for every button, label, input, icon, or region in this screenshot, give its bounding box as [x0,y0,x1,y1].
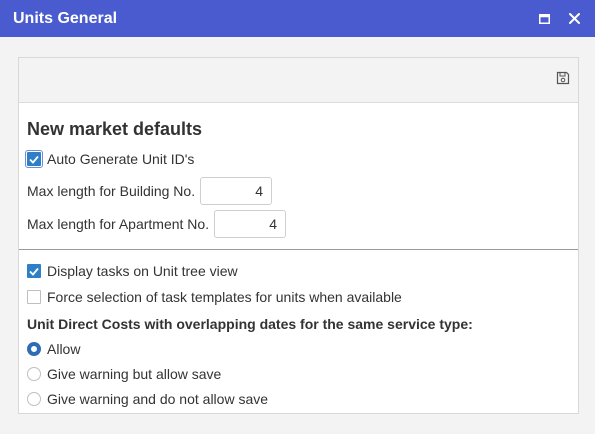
check-icon [29,155,39,164]
window-title: Units General [13,9,118,27]
building-label: Max length for Building No. [27,183,196,199]
overlap-group-label: Unit Direct Costs with overlapping dates… [27,316,473,332]
section-heading: New market defaults [27,119,203,139]
display-tasks-row[interactable]: Display tasks on Unit tree view [27,262,578,280]
panel-toolbar [19,58,578,103]
radio-warn-block-label: Give warning and do not allow save [47,391,269,407]
settings-panel: New market defaults Auto Generate Unit I… [18,57,579,414]
auto-generate-row[interactable]: Auto Generate Unit ID's [25,150,578,168]
close-icon[interactable] [567,12,581,26]
radio-warn-allow-label: Give warning but allow save [47,366,222,382]
apartment-label: Max length for Apartment No. [27,216,210,232]
force-selection-checkbox[interactable] [27,290,41,304]
save-icon[interactable] [556,71,570,85]
radio-allow-label: Allow [47,341,81,357]
radio-warn-allow-row[interactable]: Give warning but allow save [27,365,578,383]
building-length-input[interactable] [200,177,273,205]
force-selection-label: Force selection of task templates for un… [47,289,402,305]
force-selection-row[interactable]: Force selection of task templates for un… [27,288,578,306]
panel-content: New market defaults Auto Generate Unit I… [19,118,578,238]
radio-warn-block-row[interactable]: Give warning and do not allow save [27,390,578,408]
auto-generate-label: Auto Generate Unit ID's [47,151,195,167]
units-general-window: Units General New market defaults Auto G… [0,0,595,434]
window-controls [537,12,581,26]
radio-warn-allow[interactable] [27,367,41,381]
radio-allow-row[interactable]: Allow [27,340,578,358]
auto-generate-checkbox[interactable] [25,150,43,168]
display-tasks-label: Display tasks on Unit tree view [47,263,238,279]
maximize-icon[interactable] [537,12,551,26]
apartment-row: Max length for Apartment No. [27,210,578,238]
title-bar: Units General [0,0,595,37]
radio-allow[interactable] [27,342,41,356]
panel-content-lower: Display tasks on Unit tree view Force se… [19,262,578,408]
building-row: Max length for Building No. [27,177,578,205]
radio-warn-block[interactable] [27,392,41,406]
check-icon [29,267,39,276]
display-tasks-checkbox[interactable] [27,264,41,278]
apartment-length-input[interactable] [214,210,287,238]
section-divider [19,249,578,250]
